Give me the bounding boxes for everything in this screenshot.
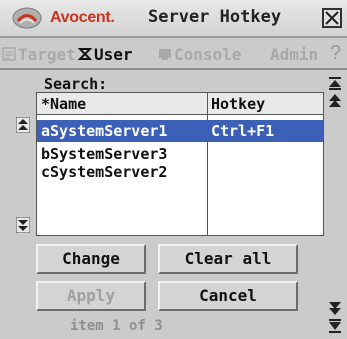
- scroll-down-icon[interactable]: [328, 300, 342, 316]
- scroll-bottom-icon[interactable]: [328, 318, 342, 334]
- item-count-status: item 1 of 3: [70, 318, 163, 334]
- brand-name: Avocent.: [50, 9, 115, 26]
- column-header-hotkey[interactable]: Hotkey: [207, 93, 323, 115]
- tab-console[interactable]: Console: [158, 42, 241, 66]
- target-icon: [2, 47, 16, 61]
- console-icon: [159, 49, 171, 60]
- server-hotkey-window: Avocent. Server Hotkey Target User Conso…: [0, 0, 347, 339]
- scroll-top-icon[interactable]: [328, 76, 342, 92]
- cancel-button[interactable]: Cancel: [158, 281, 298, 311]
- row-up-icon[interactable]: [16, 117, 30, 133]
- window-title: Server Hotkey: [148, 7, 282, 27]
- help-icon[interactable]: ?: [330, 42, 341, 65]
- close-button[interactable]: [322, 8, 342, 28]
- row-down-icon[interactable]: [16, 217, 30, 233]
- tab-user[interactable]: User: [78, 42, 133, 66]
- tab-admin[interactable]: Admin: [270, 42, 318, 66]
- table-row[interactable]: cSystemServer2: [37, 161, 323, 183]
- tab-user-label: User: [94, 44, 133, 64]
- table-row[interactable]: aSystemServer1 Ctrl+F1: [37, 120, 323, 142]
- tab-target-label: Target: [18, 44, 76, 64]
- server-table: *Name Hotkey aSystemServer1 Ctrl+F1 bSys…: [36, 92, 324, 236]
- user-icon: [78, 48, 92, 60]
- column-header-name[interactable]: *Name: [37, 93, 208, 115]
- clear-all-button[interactable]: Clear all: [158, 244, 298, 274]
- apply-button[interactable]: Apply: [36, 281, 146, 311]
- tab-bar: Target User Console Admin: [0, 38, 347, 70]
- row-name: aSystemServer1: [41, 122, 168, 140]
- title-bar: Avocent. Server Hotkey: [0, 0, 347, 38]
- search-label: Search:: [44, 75, 108, 93]
- change-button[interactable]: Change: [36, 244, 146, 274]
- tab-admin-label: Admin: [270, 44, 319, 64]
- avocent-logo-icon: [12, 7, 42, 29]
- scroll-up-icon[interactable]: [328, 93, 342, 109]
- close-icon: [325, 11, 339, 25]
- tab-console-label: Console: [174, 44, 242, 64]
- row-hotkey: Ctrl+F1: [211, 122, 275, 140]
- tab-target[interactable]: Target: [2, 42, 76, 66]
- row-name: cSystemServer2: [41, 163, 168, 181]
